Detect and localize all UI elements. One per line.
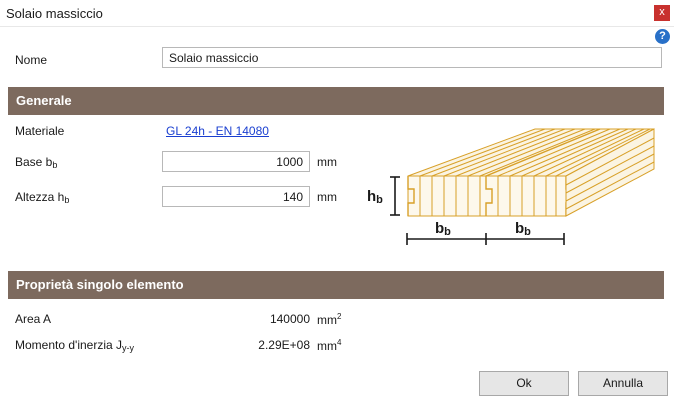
- base-label-text: Base b: [15, 155, 53, 169]
- inertia-label: Momento d'inerzia Jy-y: [15, 338, 134, 353]
- material-label: Materiale: [15, 124, 65, 138]
- inertia-label-text: Momento d'inerzia J: [15, 338, 123, 352]
- diagram-height-subscript: b: [376, 194, 383, 206]
- diagram-height-label: h: [367, 188, 376, 205]
- title-bar: Solaio massiccio x: [0, 0, 674, 27]
- area-unit: mm2: [317, 312, 341, 327]
- name-input[interactable]: [162, 47, 662, 68]
- diagram-base-label-left: b: [435, 220, 444, 237]
- cancel-button[interactable]: Annulla: [578, 371, 668, 396]
- name-label: Nome: [15, 53, 48, 67]
- svg-text:bb: bb: [515, 220, 531, 238]
- area-unit-exponent: 2: [337, 312, 342, 321]
- inertia-label-subscript: y-y: [122, 343, 135, 353]
- diagram-base-label-right: b: [515, 220, 524, 237]
- height-input[interactable]: [162, 186, 310, 207]
- inertia-value: 2.29E+08: [258, 338, 310, 352]
- inertia-unit-exponent: 4: [337, 338, 342, 347]
- height-unit: mm: [317, 190, 337, 204]
- svg-text:hb: hb: [367, 188, 383, 206]
- area-unit-text: mm: [317, 313, 337, 327]
- base-label: Base bb: [15, 155, 57, 170]
- area-label: Area A: [15, 312, 52, 326]
- base-input[interactable]: [162, 151, 310, 172]
- base-unit: mm: [317, 155, 337, 169]
- section-header-properties: Proprietà singolo elemento: [8, 271, 664, 299]
- height-label-subscript: b: [64, 195, 70, 205]
- window-title: Solaio massiccio: [6, 6, 103, 21]
- base-label-subscript: b: [52, 160, 58, 170]
- diagram-base-subscript-right: b: [524, 226, 531, 238]
- material-link[interactable]: GL 24h - EN 14080: [166, 124, 269, 138]
- inertia-unit-text: mm: [317, 339, 337, 353]
- inertia-unit: mm4: [317, 338, 341, 353]
- diagram-base-subscript-left: b: [444, 226, 451, 238]
- close-icon[interactable]: x: [654, 5, 670, 21]
- svg-text:bb: bb: [435, 220, 451, 238]
- area-value: 140000: [269, 312, 310, 326]
- help-icon[interactable]: ?: [655, 29, 670, 44]
- section-header-general: Generale: [8, 87, 664, 115]
- height-label: Altezza hb: [15, 190, 69, 205]
- ok-button[interactable]: Ok: [479, 371, 569, 396]
- height-label-text: Altezza h: [15, 190, 65, 204]
- floor-section-diagram: hb bb bb: [367, 128, 655, 245]
